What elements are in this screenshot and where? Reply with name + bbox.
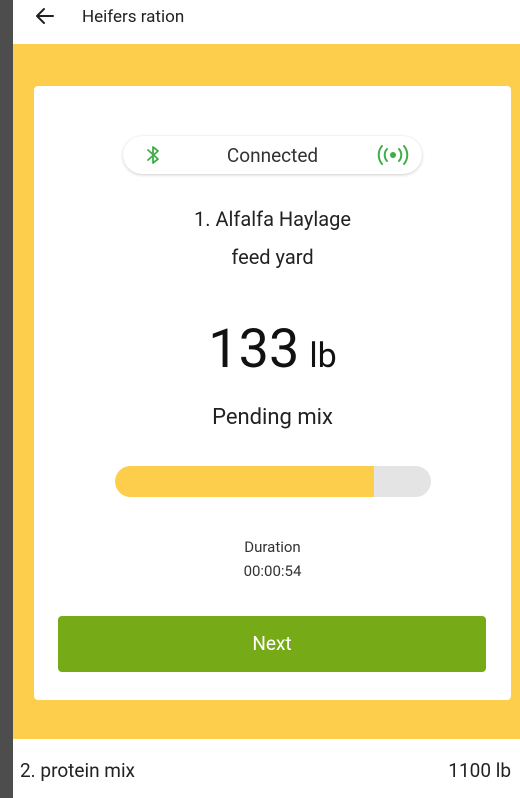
- current-item-name: 1. Alfalfa Haylage: [194, 207, 351, 231]
- mix-card: Connected 1. Alfalfa Haylage feed yard 1…: [34, 86, 511, 700]
- duration-label: Duration: [244, 538, 301, 556]
- yellow-background: Connected 1. Alfalfa Haylage feed yard 1…: [13, 44, 520, 739]
- weight-value: 133: [208, 318, 300, 381]
- broadcast-signal-icon: [376, 144, 410, 166]
- app-screen: Heifers ration Connected 1. Alfalfa Hayl…: [13, 0, 520, 798]
- mix-status-text: Pending mix: [212, 405, 333, 430]
- mix-progress-bar: [115, 466, 431, 497]
- next-item-name: 2. protein mix: [20, 759, 135, 782]
- arrow-left-icon[interactable]: [33, 4, 57, 28]
- app-bar: Heifers ration: [13, 0, 520, 44]
- weight-readout: 133 lb: [34, 318, 511, 394]
- mix-progress-fill: [115, 466, 375, 497]
- current-item-location: feed yard: [231, 245, 314, 269]
- page-title: Heifers ration: [82, 7, 185, 27]
- next-item-row[interactable]: 2. protein mix 1100 lb: [13, 739, 520, 798]
- next-item-amount: 1100 lb: [448, 759, 511, 782]
- connection-status-pill: Connected: [123, 136, 422, 174]
- duration-value: 00:00:54: [243, 562, 302, 580]
- next-button[interactable]: Next: [58, 616, 486, 672]
- weight-unit: lb: [309, 336, 337, 376]
